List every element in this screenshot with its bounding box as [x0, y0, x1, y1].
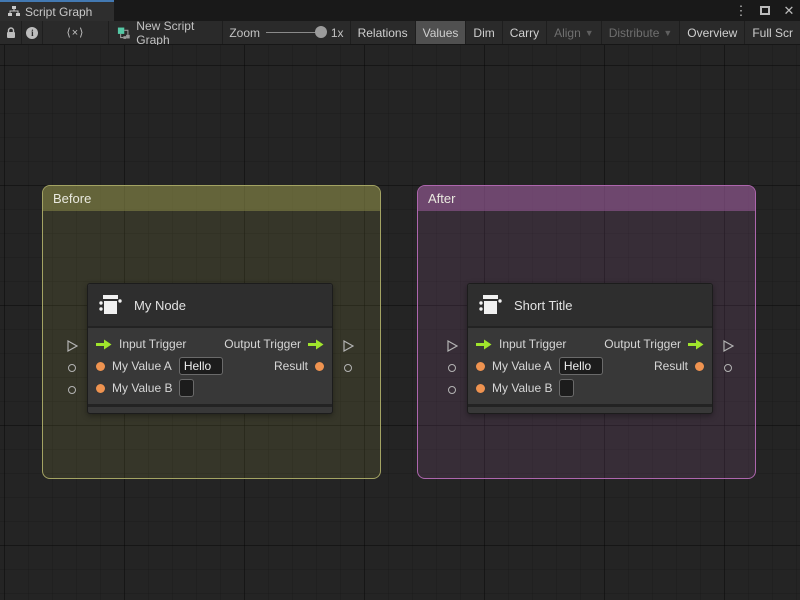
control-port-icon — [342, 340, 354, 352]
value-port-icon — [315, 361, 324, 371]
carry-button[interactable]: Carry — [503, 21, 548, 44]
port-my-value-b[interactable]: My Value B — [476, 379, 575, 397]
group-before-header[interactable]: Before — [43, 186, 380, 211]
value-port-ring-icon — [68, 364, 76, 372]
port-output-trigger[interactable]: Output Trigger — [224, 337, 324, 351]
value-port-ring-icon — [344, 364, 352, 372]
node-title: Short Title — [514, 297, 573, 313]
control-port-icon — [66, 340, 78, 352]
lock-icon — [6, 26, 15, 38]
unit-icon — [99, 295, 122, 314]
relations-button[interactable]: Relations — [351, 21, 416, 44]
value-port-ring-icon — [448, 364, 456, 372]
zoom-control: Zoom 1x — [223, 21, 351, 44]
value-port-icon — [96, 383, 105, 393]
value-port-ring-icon — [724, 364, 732, 372]
zoom-slider[interactable] — [266, 26, 327, 38]
ext-value-a-port[interactable] — [445, 357, 459, 379]
value-port-icon — [695, 361, 704, 371]
node-footer — [468, 404, 712, 413]
info-button[interactable]: i — [22, 21, 44, 44]
chevron-down-icon: ▼ — [663, 27, 673, 38]
ext-value-b-port[interactable] — [445, 379, 459, 401]
port-my-value-a[interactable]: My Value A — [476, 357, 603, 375]
ext-value-b-port[interactable] — [65, 379, 79, 401]
control-port-icon — [722, 340, 734, 352]
distribute-dropdown[interactable]: Distribute ▼ — [602, 21, 681, 44]
graph-toolbar: i ⟨×⟩ New Script Graph Zoom 1x Relations… — [0, 18, 800, 47]
values-button[interactable]: Values — [415, 21, 467, 44]
tab-title: Script Graph — [25, 4, 93, 19]
group-title: After — [428, 191, 456, 206]
control-port-icon — [446, 340, 458, 352]
port-result[interactable]: Result — [654, 359, 704, 373]
value-port-icon — [476, 383, 485, 393]
graph-asset-icon — [117, 27, 130, 39]
node-my-node[interactable]: My Node Input Trigger Output Trigger My … — [66, 283, 354, 414]
chevron-down-icon: ▼ — [584, 27, 594, 38]
zoom-slider-knob[interactable] — [314, 26, 327, 38]
node-short-title[interactable]: Short Title Input Trigger Output Trigger — [446, 283, 734, 414]
port-output-trigger[interactable]: Output Trigger — [604, 337, 704, 351]
port-result[interactable]: Result — [274, 359, 324, 373]
ext-output-trigger-port[interactable] — [721, 335, 735, 357]
trigger-arrow-icon — [476, 339, 492, 350]
ext-output-trigger-port[interactable] — [341, 335, 355, 357]
lock-button[interactable] — [0, 21, 23, 44]
group-title: Before — [53, 191, 92, 206]
ext-input-trigger-port[interactable] — [65, 335, 79, 357]
ext-input-trigger-port[interactable] — [445, 335, 459, 357]
value-port-icon — [476, 361, 485, 371]
align-dropdown[interactable]: Align ▼ — [547, 21, 602, 44]
node-footer — [88, 404, 332, 413]
value-port-ring-icon — [448, 386, 456, 394]
close-icon[interactable]: ✕ — [782, 3, 796, 19]
trigger-arrow-icon — [688, 339, 704, 350]
trigger-arrow-icon — [308, 339, 324, 350]
port-my-value-b[interactable]: My Value B — [96, 379, 195, 397]
node-header[interactable]: My Node — [88, 284, 332, 328]
code-icon: ⟨×⟩ — [66, 27, 85, 39]
zoom-label: Zoom — [229, 25, 260, 40]
window-tab-bar: Script Graph ⋮ ✕ — [0, 0, 800, 21]
info-icon: i — [26, 26, 39, 39]
unit-icon — [479, 295, 502, 314]
graph-canvas[interactable]: Before After My Node Input Trigger Outpu… — [0, 45, 800, 600]
tab-script-graph[interactable]: Script Graph — [0, 0, 114, 21]
port-input-trigger[interactable]: Input Trigger — [96, 337, 186, 351]
code-view-button[interactable]: ⟨×⟩ — [43, 21, 109, 44]
value-port-icon — [96, 361, 105, 371]
value-b-input[interactable] — [559, 379, 575, 397]
port-input-trigger[interactable]: Input Trigger — [476, 337, 566, 351]
ext-result-port[interactable] — [341, 357, 355, 379]
new-script-graph-label: New Script Graph — [136, 18, 195, 47]
group-after-header[interactable]: After — [418, 186, 755, 211]
window-menu-icon[interactable]: ⋮ — [734, 3, 748, 19]
zoom-value: 1x — [330, 25, 344, 40]
hierarchy-icon — [8, 6, 20, 17]
trigger-arrow-icon — [96, 339, 112, 350]
node-title: My Node — [134, 297, 187, 313]
new-script-graph-button[interactable]: New Script Graph — [109, 18, 224, 47]
value-a-input[interactable] — [178, 357, 223, 375]
full-screen-button[interactable]: Full Scr — [745, 21, 800, 44]
value-b-input[interactable] — [179, 379, 195, 397]
maximize-icon[interactable] — [758, 3, 772, 19]
dim-button[interactable]: Dim — [466, 21, 503, 44]
value-a-input[interactable] — [558, 357, 603, 375]
node-header[interactable]: Short Title — [468, 284, 712, 328]
ext-result-port[interactable] — [721, 357, 735, 379]
value-port-ring-icon — [68, 386, 76, 394]
port-my-value-a[interactable]: My Value A — [96, 357, 223, 375]
ext-value-a-port[interactable] — [65, 357, 79, 379]
overview-button[interactable]: Overview — [680, 21, 746, 44]
